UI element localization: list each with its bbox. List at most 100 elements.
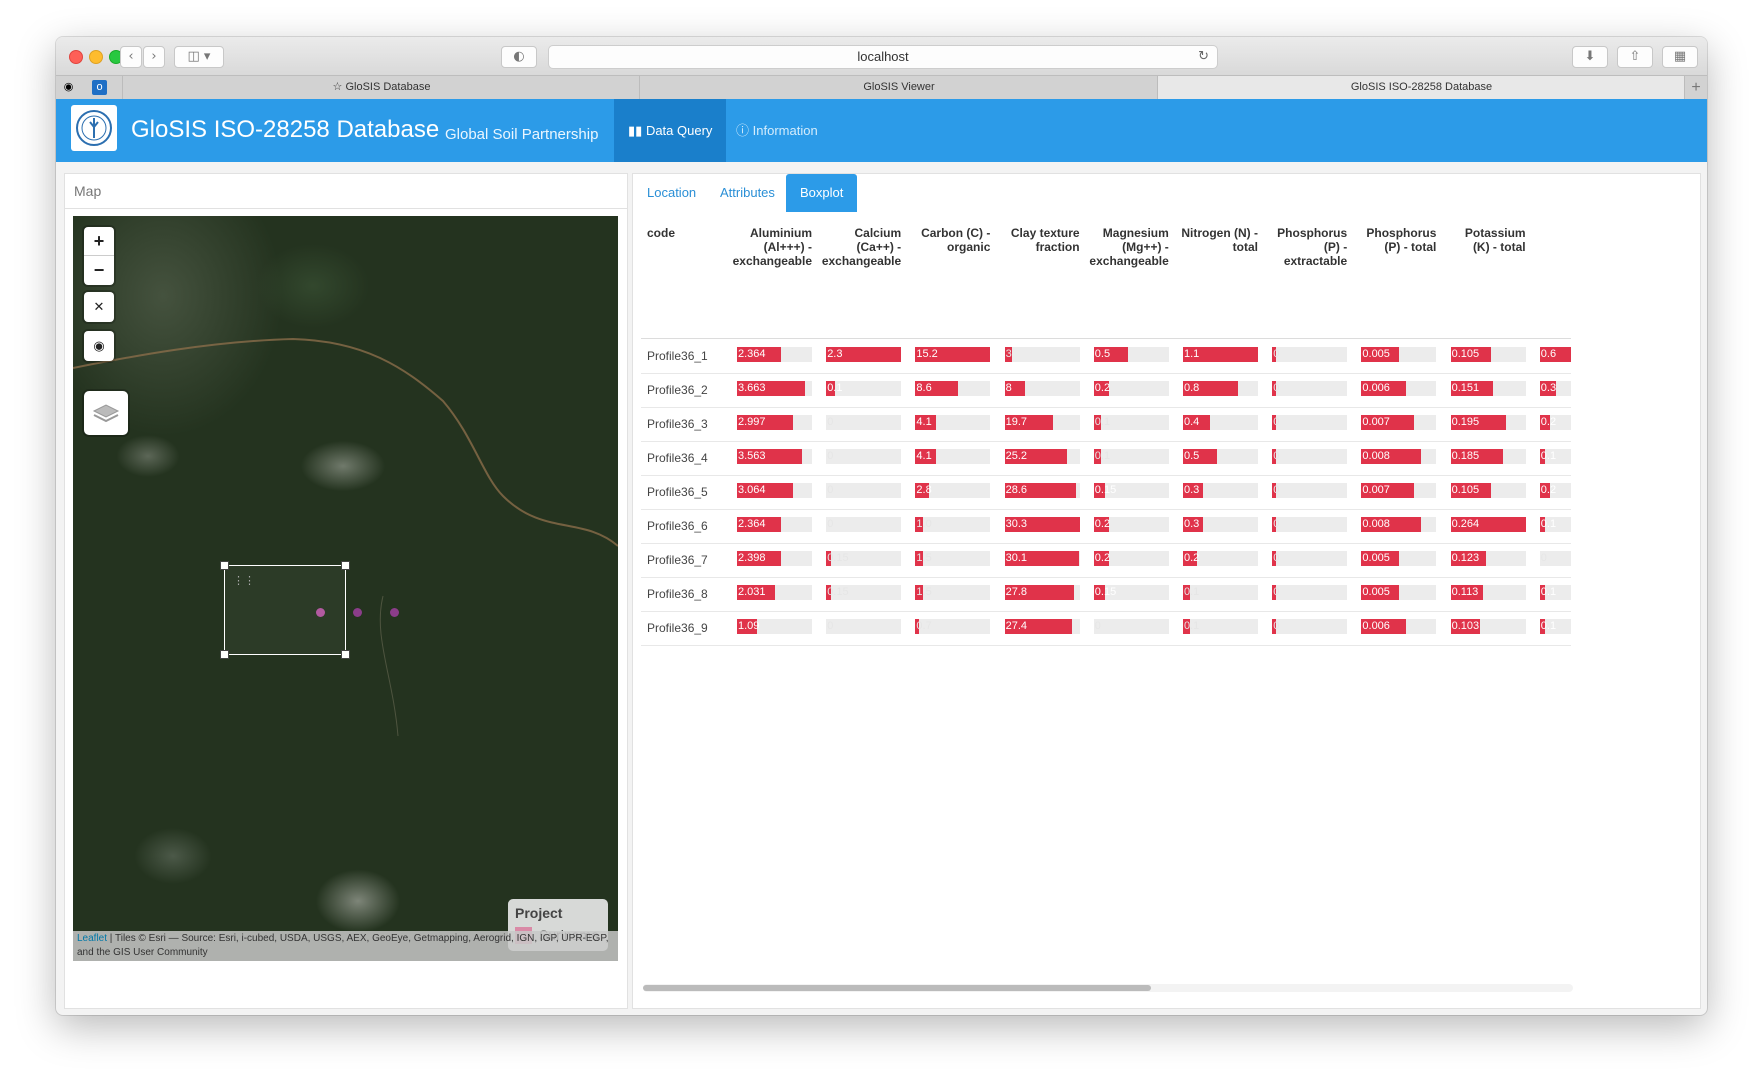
bar-cell: 0.103: [1450, 619, 1526, 634]
bar-cell: 0.1: [1093, 415, 1169, 430]
column-header[interactable]: Aluminium (Al+++) - exchangeable: [717, 226, 812, 268]
bar-cell: 3.563: [737, 449, 812, 464]
github-pinned-tab-icon[interactable]: ◉: [61, 80, 76, 95]
bar-value: 0.1: [1540, 586, 1557, 598]
leaflet-link[interactable]: Leaflet: [77, 933, 107, 944]
selection-handle[interactable]: [220, 650, 229, 659]
privacy-shield-icon[interactable]: ◐: [501, 46, 537, 68]
bar-cell: 27.8: [1004, 585, 1080, 600]
outlook-pinned-tab-icon[interactable]: o: [92, 80, 107, 95]
tab-location[interactable]: Location: [633, 174, 710, 212]
bar-value: 0.15: [827, 586, 849, 598]
bar-cell: 0.123: [1450, 551, 1526, 566]
new-tab-icon[interactable]: +: [1684, 76, 1707, 99]
close-window-button[interactable]: [69, 50, 83, 64]
share-icon[interactable]: ⇧: [1617, 46, 1653, 68]
column-header[interactable]: Clay texture fraction: [985, 226, 1080, 254]
back-icon[interactable]: ‹: [120, 46, 142, 68]
nav-information[interactable]: ⓘ Information: [722, 99, 832, 162]
table-row[interactable]: Profile36_4 3.563 0 4.1 25.2 0.1 0.5 0 0.008 0.18…: [641, 441, 1571, 476]
table-row[interactable]: Profile36_5 3.064 0 2.8 28.6 0.15 0.3 0 0.007 0.1…: [641, 475, 1571, 510]
bar-cell: 0.195: [1450, 415, 1526, 430]
tab-overview-icon[interactable]: ▦: [1662, 46, 1698, 68]
url-text: localhost: [857, 49, 909, 64]
bar-value: 0.008: [1362, 518, 1390, 530]
bar-cell: 0: [1272, 551, 1348, 566]
forward-icon[interactable]: ›: [143, 46, 165, 68]
bar-value: 3.064: [738, 484, 766, 496]
bar-value: 0.103: [1451, 620, 1480, 632]
bar-value: 0: [1273, 484, 1280, 496]
table-row[interactable]: Profile36_3 2.997 0 4.1 19.7 0.1 0.4 0 0.007 0.19…: [641, 407, 1571, 442]
zoom-in-button[interactable]: +: [84, 227, 114, 256]
bar-value: 25.2: [1005, 450, 1028, 462]
selection-handle[interactable]: [220, 561, 229, 570]
address-bar[interactable]: localhost ↻: [548, 45, 1218, 69]
bar-cell: 15.2: [915, 347, 991, 362]
bar-value: 0.7: [916, 620, 932, 632]
globe-icon[interactable]: ◉: [84, 331, 114, 361]
fao-logo[interactable]: [71, 105, 117, 151]
column-header-code[interactable]: code: [647, 226, 675, 240]
bar-value: 2.364: [738, 518, 766, 530]
bar-cell: 0.6: [1539, 347, 1571, 362]
browser-tab-2[interactable]: GloSIS Viewer: [639, 76, 1158, 99]
selection-handle[interactable]: [341, 650, 350, 659]
bar-cell: 0: [1539, 551, 1571, 566]
bar-cell: 0.15: [1093, 483, 1169, 498]
bar-cell: 0.008: [1361, 449, 1437, 464]
table-row[interactable]: Profile36_2 3.663 0.1 8.6 8 0.2 0.8 0 0.006 0.151…: [641, 373, 1571, 408]
bar-cell: 0.264: [1450, 517, 1526, 532]
profile-marker[interactable]: [353, 608, 362, 617]
column-header[interactable]: Calcium (Ca++) - exchangeable: [806, 226, 901, 268]
table-row[interactable]: Profile36_9 1.09 0 0.7 27.4 0 0.1 0 0.006 0.103 0.…: [641, 611, 1571, 646]
bar-value: 2.398: [738, 552, 766, 564]
table-row[interactable]: Profile36_6 2.364 0 1.0 30.3 0.2 0.3 0 0.008 0.26…: [641, 509, 1571, 544]
drag-grip-icon[interactable]: ⋮⋮: [233, 574, 255, 587]
profile-marker[interactable]: [390, 608, 399, 617]
bar-cell: 0: [1272, 415, 1348, 430]
tab-boxplot[interactable]: Boxplot: [786, 174, 858, 212]
bar-value: 0: [827, 416, 834, 428]
scrollbar-thumb[interactable]: [643, 985, 1151, 991]
zoom-out-button[interactable]: −: [84, 256, 114, 285]
browser-tab-3[interactable]: GloSIS ISO-28258 Database: [1157, 76, 1685, 99]
column-header[interactable]: Potassium (K) - total: [1431, 226, 1526, 254]
column-header[interactable]: Po excha: [1520, 226, 1571, 254]
selection-handle[interactable]: [341, 561, 350, 570]
column-header[interactable]: Nitrogen (N) - total: [1163, 226, 1258, 254]
bar-value: 0: [1273, 450, 1280, 462]
table-row[interactable]: Profile36_7 2.398 0.15 1.5 30.1 0.2 0.2 0 0.005 0…: [641, 543, 1571, 578]
profile-code: Profile36_2: [647, 383, 708, 397]
bar-value: 0.1: [1184, 620, 1200, 632]
column-header[interactable]: Magnesium (Mg++) - exchangeable: [1074, 226, 1168, 268]
satellite-map[interactable]: + − ✕ ◉ ⋮⋮ Project Leaflet | Tiles © Esr…: [73, 216, 618, 961]
column-header[interactable]: Carbon (C) - organic: [895, 226, 990, 254]
bar-cell: 0: [826, 415, 902, 430]
bar-cell: 0.005: [1361, 347, 1437, 362]
horizontal-scrollbar[interactable]: [643, 984, 1573, 992]
layers-icon[interactable]: [84, 391, 128, 435]
tab-attributes[interactable]: Attributes: [706, 174, 789, 212]
bar-cell: 0.15: [826, 585, 902, 600]
column-header[interactable]: Phosphorus (P) - total: [1341, 226, 1436, 254]
bar-value: 0.2: [1184, 552, 1200, 564]
column-header[interactable]: Phosphorus (P) - extractable: [1252, 226, 1347, 268]
download-icon[interactable]: ⬇: [1572, 46, 1608, 68]
table-row[interactable]: Profile36_1 2.364 2.3 15.2 3 0.5 1.1 0 0.005 0.10…: [641, 339, 1571, 374]
clear-selection-icon[interactable]: ✕: [84, 292, 114, 322]
profile-marker[interactable]: [316, 608, 325, 617]
bar-cell: 0.1: [1093, 449, 1169, 464]
selection-box[interactable]: ⋮⋮: [220, 561, 350, 659]
browser-tab-1[interactable]: ☆ GloSIS Database: [122, 76, 640, 99]
minimize-window-button[interactable]: [89, 50, 103, 64]
table-row[interactable]: Profile36_8 2.031 0.15 1.5 27.8 0.15 0.1 0 0.005…: [641, 577, 1571, 612]
sidebar-toggle-icon[interactable]: ◫ ▾: [174, 46, 224, 68]
bar-cell: 1.0: [915, 517, 991, 532]
nav-data-query[interactable]: ▮▮ Data Query: [614, 99, 727, 162]
bar-cell: 2.031: [737, 585, 812, 600]
reload-icon[interactable]: ↻: [1198, 46, 1209, 68]
bar-cell: 8.6: [915, 381, 991, 396]
zoom-control: + −: [84, 227, 114, 285]
bar-value: 0.3: [1184, 518, 1200, 530]
